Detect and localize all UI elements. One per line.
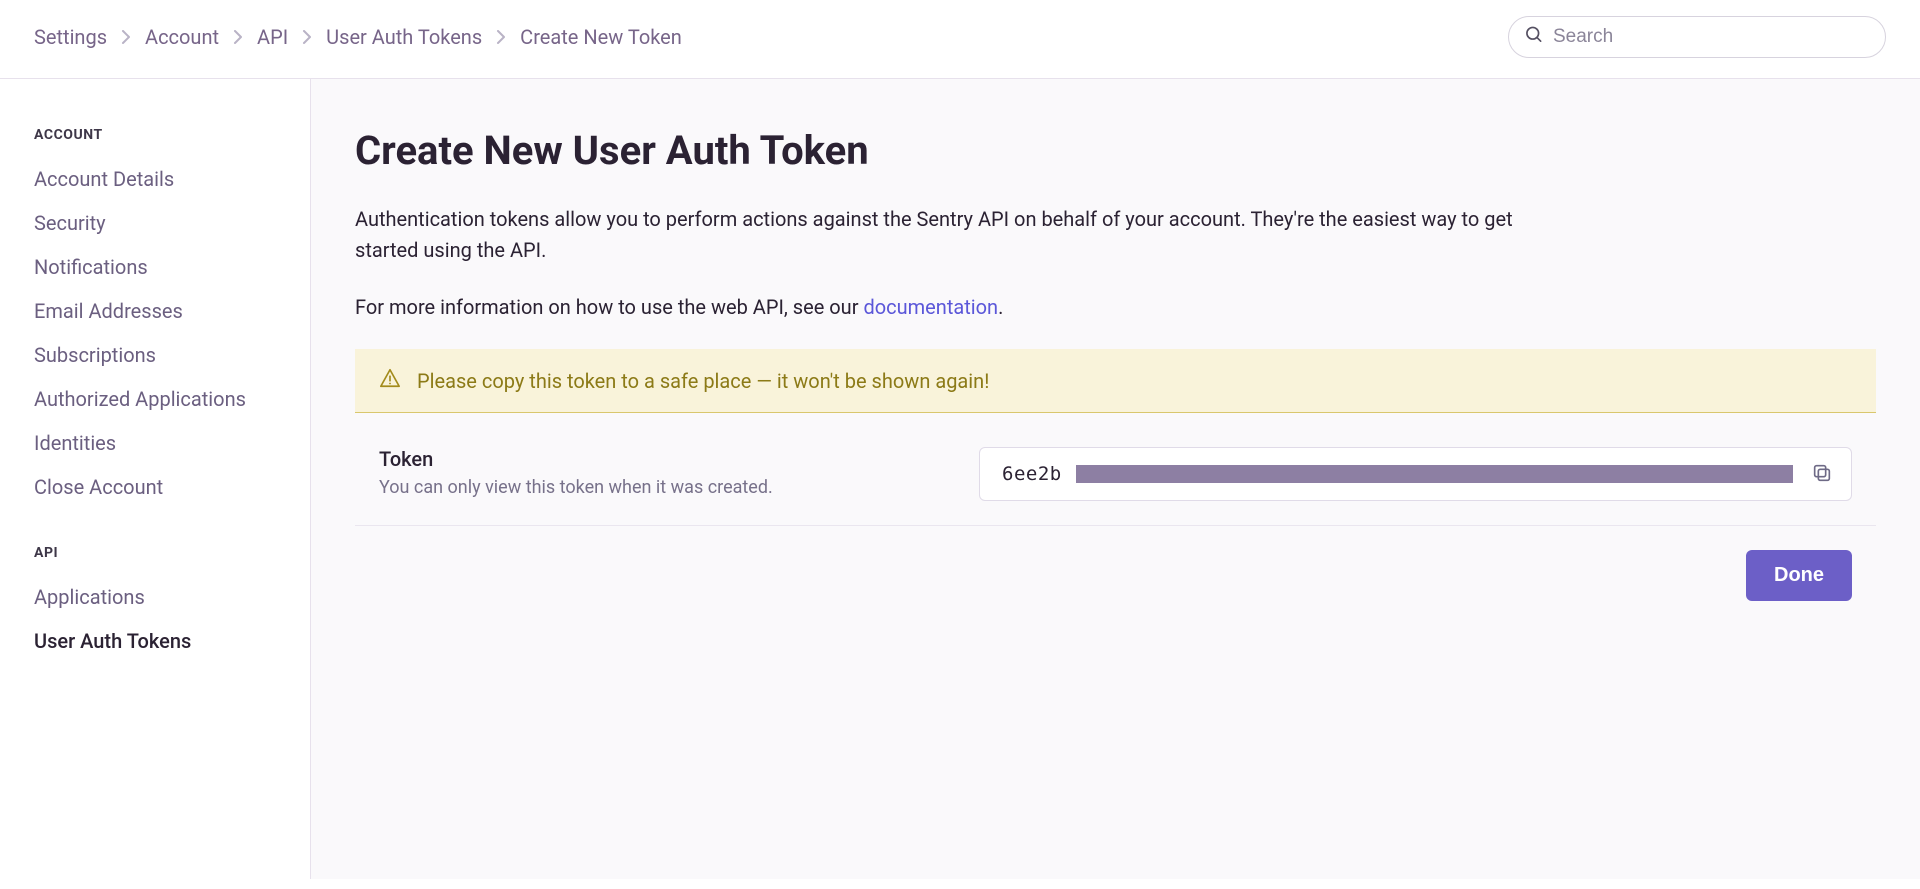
sidebar: ACCOUNT Account Details Security Notific… <box>0 79 311 879</box>
breadcrumb-item[interactable]: Create New Token <box>520 25 682 49</box>
done-button[interactable]: Done <box>1746 550 1852 601</box>
token-help-text: You can only view this token when it was… <box>379 477 939 498</box>
copy-token-button[interactable] <box>1807 458 1837 491</box>
token-label: Token <box>379 447 939 471</box>
warning-alert: Please copy this token to a safe place —… <box>355 349 1876 413</box>
main-content: Create New User Auth Token Authenticatio… <box>311 79 1920 879</box>
sidebar-item-authorized-applications[interactable]: Authorized Applications <box>34 377 276 421</box>
breadcrumb-item[interactable]: User Auth Tokens <box>326 25 482 49</box>
chevron-right-icon <box>302 30 312 44</box>
chevron-right-icon <box>121 30 131 44</box>
breadcrumb-item[interactable]: Account <box>145 25 219 49</box>
search-icon <box>1524 25 1544 50</box>
token-prefix: 6ee2b <box>1002 463 1062 485</box>
sidebar-item-security[interactable]: Security <box>34 201 276 245</box>
copy-icon <box>1811 472 1833 487</box>
breadcrumb-item[interactable]: Settings <box>34 25 107 49</box>
warning-icon <box>379 367 401 394</box>
sidebar-item-applications[interactable]: Applications <box>34 575 276 619</box>
breadcrumb-item[interactable]: API <box>257 25 288 49</box>
documentation-link[interactable]: documentation <box>863 295 998 319</box>
token-value-box: 6ee2b <box>979 447 1852 501</box>
chevron-right-icon <box>233 30 243 44</box>
sidebar-item-account-details[interactable]: Account Details <box>34 157 276 201</box>
token-redacted <box>1076 465 1793 483</box>
intro2-suffix: . <box>998 295 1003 319</box>
sidebar-item-user-auth-tokens[interactable]: User Auth Tokens <box>34 619 276 663</box>
search-input[interactable] <box>1508 16 1886 58</box>
intro2-prefix: For more information on how to use the w… <box>355 295 863 319</box>
sidebar-item-subscriptions[interactable]: Subscriptions <box>34 333 276 377</box>
sidebar-section-title: API <box>34 545 276 561</box>
breadcrumb: Settings Account API User Auth Tokens Cr… <box>34 25 682 49</box>
sidebar-item-close-account[interactable]: Close Account <box>34 465 276 509</box>
sidebar-item-identities[interactable]: Identities <box>34 421 276 465</box>
sidebar-item-notifications[interactable]: Notifications <box>34 245 276 289</box>
sidebar-item-email-addresses[interactable]: Email Addresses <box>34 289 276 333</box>
chevron-right-icon <box>496 30 506 44</box>
page-title: Create New User Auth Token <box>355 127 1876 174</box>
intro-text-2: For more information on how to use the w… <box>355 292 1535 323</box>
sidebar-section-title: ACCOUNT <box>34 127 276 143</box>
intro-text: Authentication tokens allow you to perfo… <box>355 204 1535 266</box>
alert-text: Please copy this token to a safe place —… <box>417 369 989 393</box>
